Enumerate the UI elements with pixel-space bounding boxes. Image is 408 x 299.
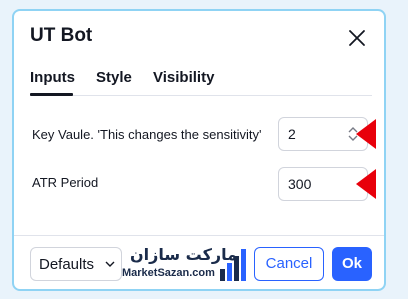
chevron-down-icon: [105, 261, 115, 267]
cancel-button[interactable]: Cancel: [254, 247, 324, 281]
atr-period-label: ATR Period: [32, 175, 99, 190]
ok-button[interactable]: Ok: [332, 247, 372, 281]
key-value-label: Key Vaule. 'This changes the sensitivity…: [32, 127, 262, 142]
close-icon[interactable]: [347, 28, 367, 48]
tab-divider: [30, 95, 372, 96]
red-arrow-marker: [356, 119, 376, 149]
footer-divider: [14, 235, 384, 236]
tab-inputs[interactable]: Inputs: [30, 69, 75, 86]
active-tab-indicator: [30, 93, 73, 96]
red-arrow-marker: [356, 169, 376, 199]
atr-period-input[interactable]: 300: [278, 167, 368, 201]
atr-period-value: 300: [288, 176, 312, 192]
key-value-value: 2: [288, 126, 296, 142]
bar-chart-logo-icon: [220, 249, 246, 281]
tab-style[interactable]: Style: [96, 69, 132, 86]
defaults-dropdown[interactable]: Defaults: [30, 247, 122, 281]
key-value-input[interactable]: 2: [278, 117, 368, 151]
watermark-domain-text: MarketSazan.com: [122, 267, 215, 279]
watermark-logo: مارکت سازان MarketSazan.com: [122, 245, 250, 285]
settings-dialog: UT Bot Inputs Style Visibility Key Vaule…: [12, 9, 386, 291]
dialog-title: UT Bot: [30, 25, 93, 46]
defaults-label: Defaults: [39, 256, 95, 273]
tab-visibility[interactable]: Visibility: [153, 69, 214, 86]
